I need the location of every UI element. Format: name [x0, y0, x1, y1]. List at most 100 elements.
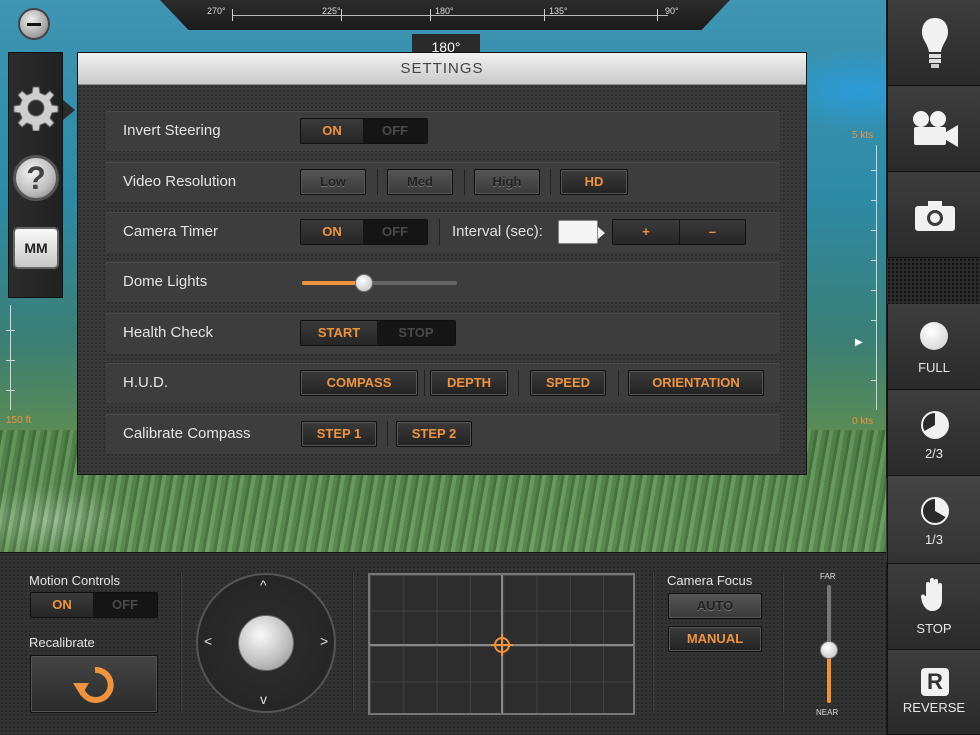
resolution-med-label: Med	[407, 174, 433, 189]
calibrate-step1-button[interactable]: STEP 1	[301, 421, 377, 447]
hand-stop-icon	[920, 578, 942, 611]
thrust-one-third-label: 1/3	[924, 532, 944, 547]
thrust-one-third-button[interactable]: 1/3	[887, 476, 980, 564]
speed-tick	[871, 260, 877, 261]
focus-near-label: NEAR	[816, 708, 839, 717]
divider	[518, 370, 519, 396]
dome-lights-knob[interactable]	[355, 274, 373, 292]
motion-off[interactable]: OFF	[93, 593, 157, 617]
stop-button[interactable]: STOP	[887, 564, 980, 650]
health-check-start[interactable]: START	[301, 321, 377, 345]
rov-control-screen: 270° 225° 180° 135° 90° 180° ? MM 150 ft…	[0, 0, 980, 735]
divider	[180, 573, 181, 713]
row-dome-lights: Dome Lights	[106, 262, 780, 302]
row-camera-timer: Camera Timer ON OFF Interval (sec): + –	[106, 212, 780, 252]
compass-tick-225: 225°	[322, 6, 341, 16]
camera-timer-label: Camera Timer	[123, 223, 219, 240]
row-invert-steering: Invert Steering ON OFF	[106, 111, 780, 151]
depth-tick	[6, 390, 15, 391]
speed-tick	[871, 380, 877, 381]
interval-label: Interval (sec):	[452, 223, 543, 240]
divider	[652, 573, 653, 713]
full-circle-icon	[920, 322, 948, 350]
collapse-icon[interactable]	[18, 8, 50, 40]
recalibrate-button[interactable]	[30, 655, 158, 713]
focus-auto-button[interactable]: AUTO	[668, 593, 762, 619]
one-third-pie-icon	[921, 497, 949, 525]
settings-panel: SETTINGS Invert Steering ON OFF Video Re…	[77, 52, 807, 475]
speed-max-label: 5 kts	[852, 130, 874, 141]
joystick-right-icon: >	[320, 633, 329, 649]
hud-orientation-button[interactable]: ORIENTATION	[628, 370, 764, 396]
thrust-full-button[interactable]: FULL	[887, 304, 980, 390]
interval-stepper[interactable]: + –	[612, 219, 746, 245]
compass-tick-270: 270°	[207, 6, 226, 16]
camera-tilt-pad[interactable]	[368, 573, 635, 715]
focus-slider-knob[interactable]	[820, 640, 838, 659]
reverse-button[interactable]: R REVERSE	[887, 650, 980, 735]
health-check-stop[interactable]: STOP	[377, 321, 455, 345]
depth-gauge	[10, 305, 11, 410]
dome-lights-label: Dome Lights	[123, 273, 208, 290]
speed-indicator-icon: ▶	[855, 337, 863, 348]
resolution-low-button[interactable]: Low	[300, 169, 366, 195]
focus-far-label: FAR	[820, 572, 836, 581]
photo-button[interactable]	[887, 172, 980, 258]
reverse-icon: R	[921, 668, 949, 696]
divider	[387, 421, 388, 447]
thrust-two-thirds-button[interactable]: 2/3	[887, 390, 980, 476]
joystick-knob[interactable]	[238, 615, 294, 671]
motion-controls-toggle[interactable]: ON OFF	[30, 592, 158, 618]
interval-minus-button[interactable]: –	[679, 220, 745, 244]
speed-tick	[871, 230, 877, 231]
video-record-button[interactable]	[887, 86, 980, 172]
calibrate-step2-button[interactable]: STEP 2	[396, 421, 472, 447]
resolution-hd-button[interactable]: HD	[560, 169, 628, 195]
joystick-down-icon: v	[260, 691, 267, 707]
thrust-full-label: FULL	[918, 360, 950, 375]
interval-plus-button[interactable]: +	[613, 220, 679, 244]
compass-tick-135: 135°	[549, 6, 568, 16]
joystick[interactable]: ^ v < >	[196, 573, 336, 713]
recalibrate-icon	[73, 666, 114, 703]
hud-depth-button[interactable]: DEPTH	[430, 370, 508, 396]
interval-input[interactable]	[558, 220, 605, 244]
compass-tick-90: 90°	[665, 6, 679, 16]
speed-tick	[871, 170, 877, 171]
help-icon[interactable]: ?	[13, 155, 59, 201]
invert-steering-toggle[interactable]: ON OFF	[300, 118, 428, 144]
speed-gauge	[876, 145, 877, 410]
row-video-resolution: Video Resolution Low Med High HD	[106, 162, 780, 202]
lightbulb-icon	[922, 18, 948, 68]
camera-timer-toggle[interactable]: ON OFF	[300, 219, 428, 245]
resolution-med-button[interactable]: Med	[387, 169, 453, 195]
speed-tick	[871, 320, 877, 321]
hud-speed-button[interactable]: SPEED	[530, 370, 606, 396]
depth-tick	[6, 360, 15, 361]
resolution-high-button[interactable]: High	[474, 169, 540, 195]
light-button[interactable]	[887, 0, 980, 86]
menu-pointer	[63, 100, 75, 120]
hud-compass-button[interactable]: COMPASS	[300, 370, 418, 396]
invert-steering-on[interactable]: ON	[301, 119, 363, 143]
camera-timer-off[interactable]: OFF	[363, 220, 427, 244]
divider	[782, 573, 783, 713]
health-check-toggle[interactable]: START STOP	[300, 320, 456, 346]
stop-label: STOP	[916, 621, 952, 636]
motion-on[interactable]: ON	[31, 593, 93, 617]
focus-manual-button[interactable]: MANUAL	[668, 626, 762, 652]
row-health-check: Health Check START STOP	[106, 313, 780, 353]
focus-slider[interactable]	[820, 585, 838, 703]
health-check-label: Health Check	[123, 324, 214, 341]
depth-max-label: 150 ft	[6, 415, 32, 426]
mm-button[interactable]: MM	[13, 227, 59, 269]
divider	[550, 169, 551, 195]
camera-icon	[915, 201, 955, 231]
camera-timer-on[interactable]: ON	[301, 220, 363, 244]
dome-lights-slider[interactable]	[302, 274, 457, 292]
joystick-up-icon: ^	[260, 577, 267, 593]
invert-steering-off[interactable]: OFF	[363, 119, 427, 143]
crosshair-icon[interactable]	[491, 634, 513, 656]
gear-icon[interactable]	[13, 85, 59, 132]
reverse-label: REVERSE	[902, 700, 966, 715]
